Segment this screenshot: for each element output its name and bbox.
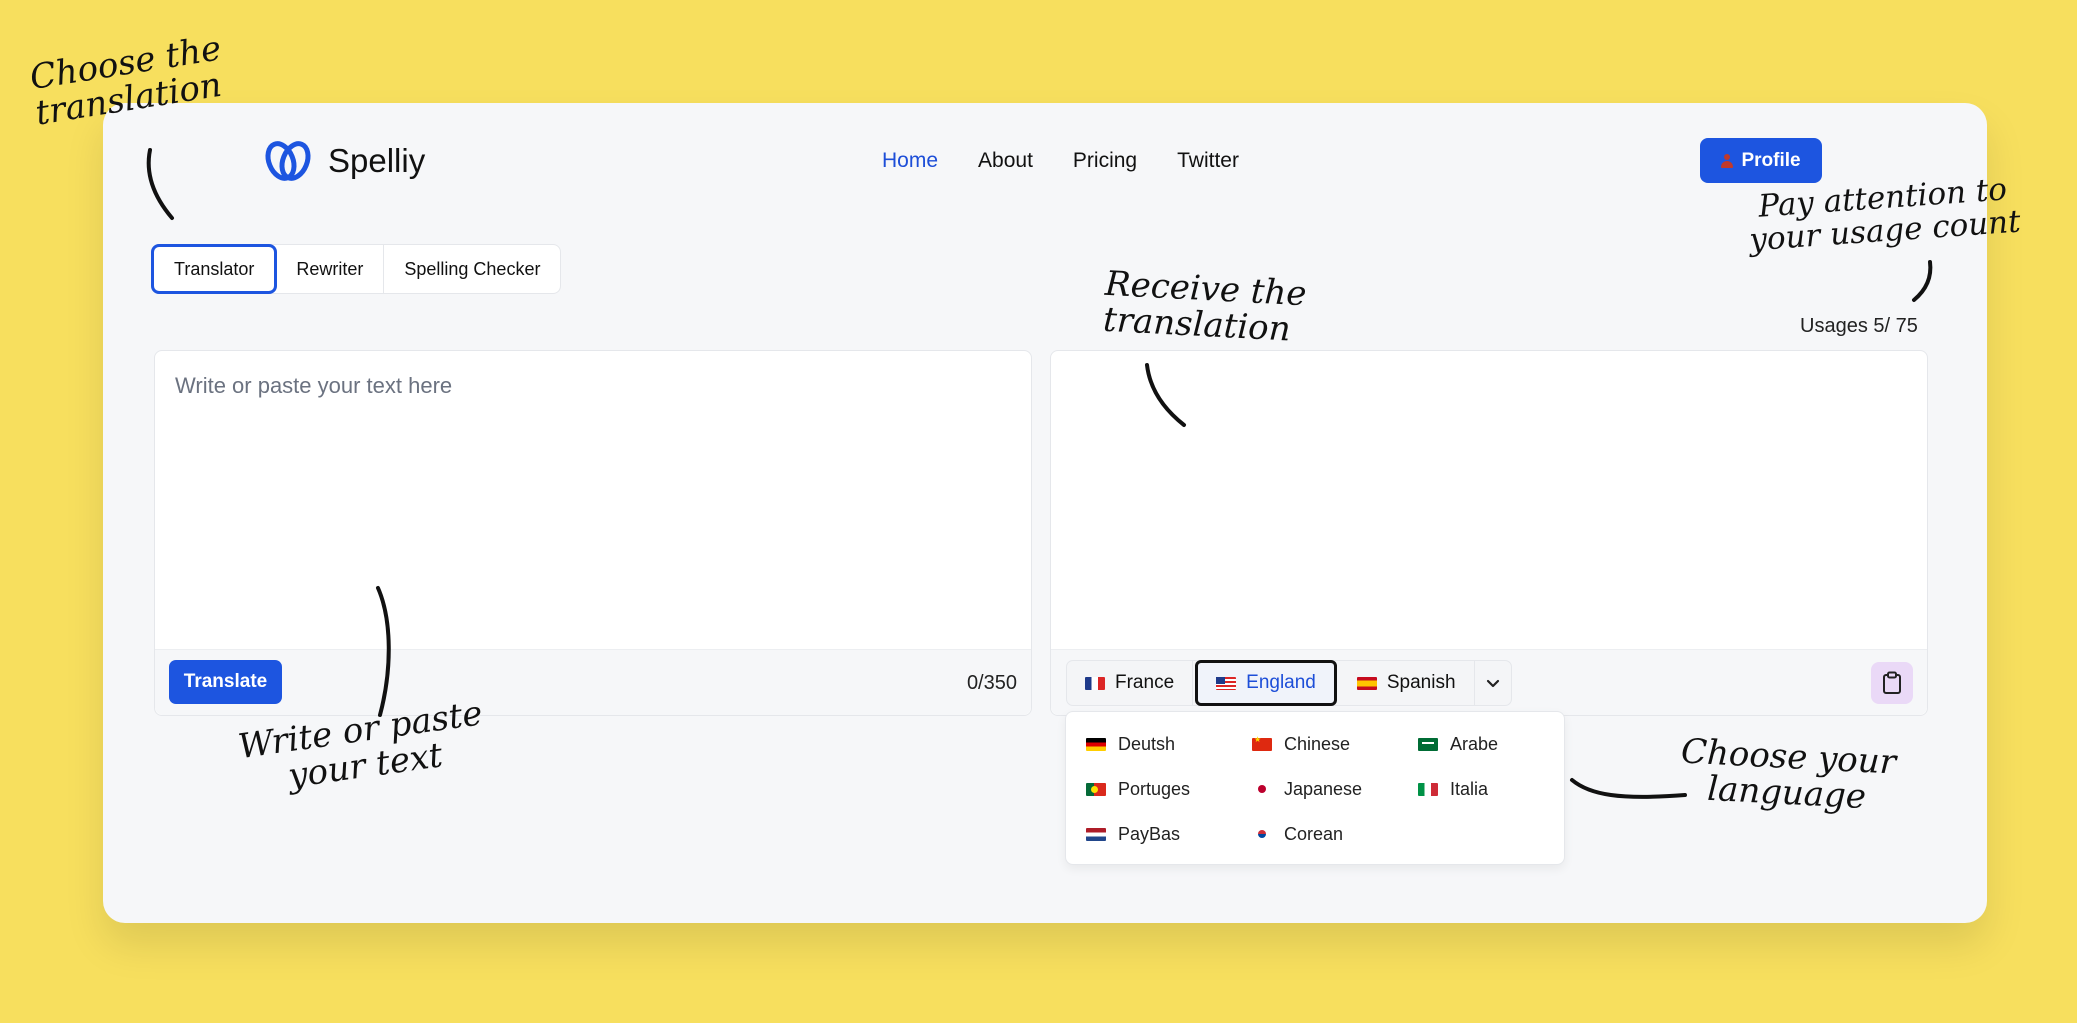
netherlands-flag-icon [1086,828,1106,841]
annotation-choose-language: Choose your language [1680,731,1897,817]
translation-output [1051,351,1927,648]
language-spanish[interactable]: Spanish [1339,661,1475,705]
main-nav: Home About Pricing Twitter [882,149,1239,173]
portugal-flag-icon [1086,783,1106,796]
dropdown-item-label: Portuges [1118,779,1191,799]
language-label: France [1115,672,1175,693]
italy-flag-icon [1418,783,1438,796]
language-dropdown: Deutsh Chinese Arabe Portuges Japanese I… [1065,711,1565,865]
more-languages-button[interactable] [1475,661,1511,705]
input-panel-footer: Translate 0/350 [155,649,1031,715]
profile-button-label: Profile [1741,149,1801,171]
copy-button[interactable] [1871,662,1913,704]
china-flag-icon [1252,735,1272,751]
chevron-down-icon [1486,679,1499,688]
dropdown-item-paybas[interactable]: PayBas [1086,812,1252,857]
language-england[interactable]: England [1195,660,1337,706]
dropdown-item-label: Deutsh [1118,734,1176,754]
nav-twitter[interactable]: Twitter [1177,149,1239,173]
dropdown-item-label: Japanese [1284,779,1363,799]
dropdown-item-label: Corean [1284,824,1344,844]
profile-button[interactable]: Profile [1700,138,1822,183]
usage-counter: Usages 5/ 75 [1800,315,1918,337]
dropdown-item-label: PayBas [1118,824,1181,844]
nav-home[interactable]: Home [882,149,938,173]
translate-button[interactable]: Translate [169,660,282,704]
dropdown-item-corean[interactable]: Corean [1252,812,1418,857]
dropdown-item-chinese[interactable]: Chinese [1252,722,1418,767]
app-name: Spelliy [328,142,426,179]
korea-flag-icon [1252,828,1272,841]
input-panel: Translate 0/350 [154,350,1032,716]
app-logo[interactable]: Spelliy [264,139,425,183]
germany-flag-icon [1086,738,1106,751]
logo-icon [265,141,311,181]
japan-flag-icon [1252,783,1272,796]
mode-tabs: Translator Rewriter Spelling Checker [151,244,562,294]
language-label: England [1246,672,1316,693]
clipboard-icon [1883,671,1901,694]
output-panel: France England Spanish [1050,350,1928,716]
dropdown-item-japanese[interactable]: Japanese [1252,767,1418,812]
dropdown-item-italia[interactable]: Italia [1418,767,1584,812]
language-label: Spanish [1386,672,1456,693]
us-flag-icon [1216,676,1237,690]
output-panel-footer: France England Spanish [1051,649,1927,715]
dropdown-item-portuges[interactable]: Portuges [1086,767,1252,812]
dropdown-item-deutsh[interactable]: Deutsh [1086,722,1252,767]
france-flag-icon [1085,676,1105,690]
source-text-input[interactable] [155,351,1031,648]
dropdown-item-label: Italia [1450,779,1489,799]
annotation-receive-translation: Receive the translation [1102,263,1308,350]
language-france[interactable]: France [1067,661,1194,705]
nav-about[interactable]: About [978,149,1033,173]
language-selector: France England Spanish [1066,660,1512,706]
user-icon [1721,153,1734,168]
character-counter: 0/350 [966,672,1017,694]
tab-translator[interactable]: Translator [151,244,278,294]
dropdown-item-arabe[interactable]: Arabe [1418,722,1584,767]
spain-flag-icon [1356,676,1377,690]
dropdown-item-label: Arabe [1450,734,1499,754]
saudi-flag-icon [1418,738,1438,751]
tab-rewriter[interactable]: Rewriter [276,245,385,293]
tab-spelling-checker[interactable]: Spelling Checker [384,245,560,293]
dropdown-item-label: Chinese [1284,734,1351,754]
nav-pricing[interactable]: Pricing [1073,149,1137,173]
